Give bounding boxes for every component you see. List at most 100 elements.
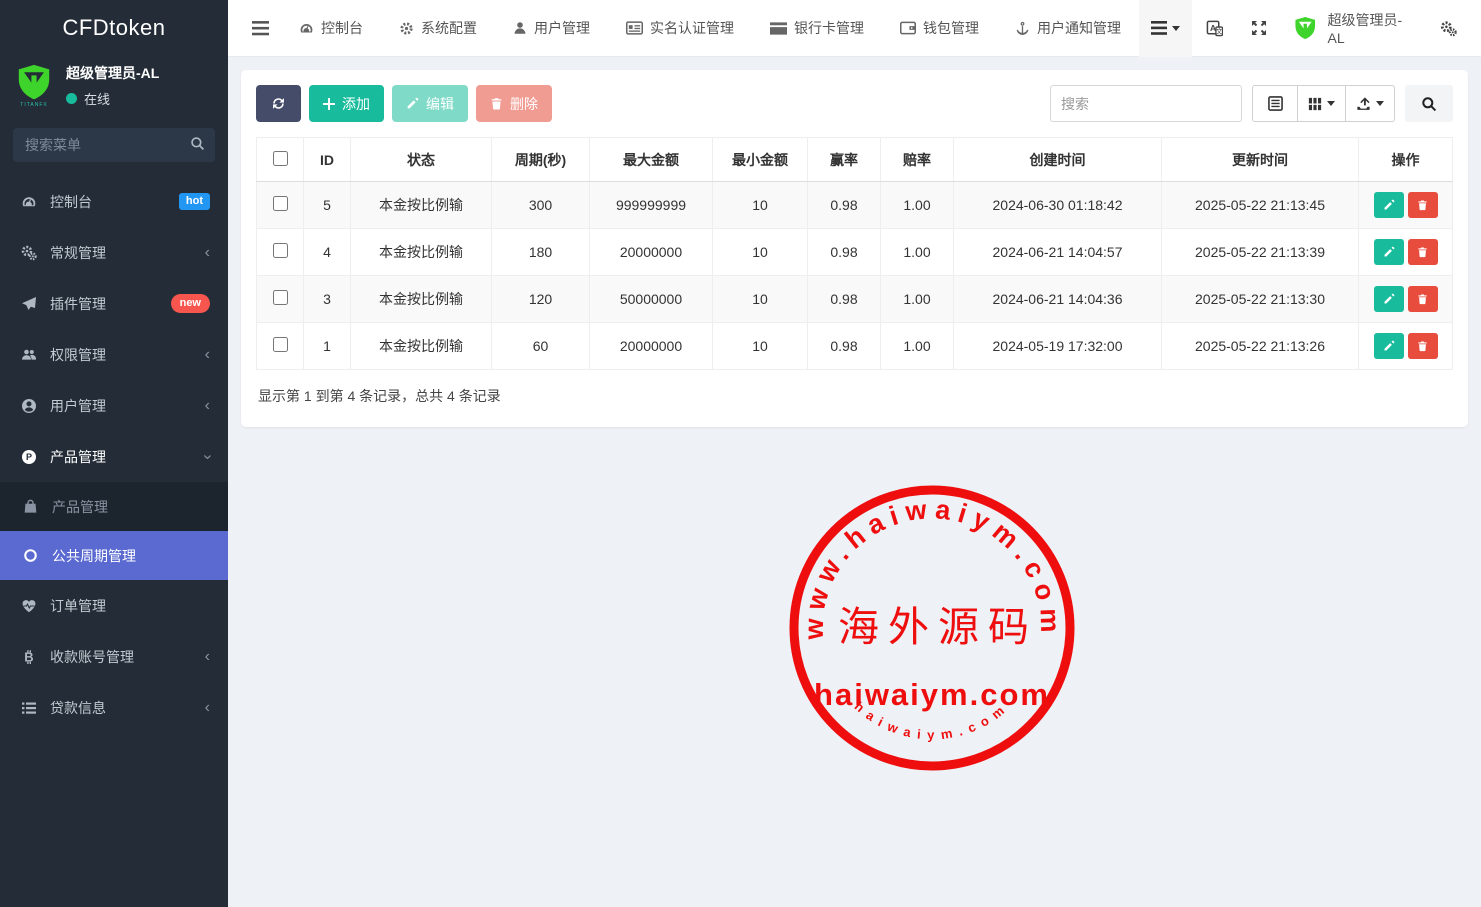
row-checkbox[interactable] xyxy=(273,337,288,352)
nav-item-wallets[interactable]: 钱包管理 xyxy=(882,0,997,57)
table-search-input[interactable] xyxy=(1050,85,1242,122)
brand-logo: TITANFX xyxy=(14,63,54,108)
rocket-icon xyxy=(20,296,37,312)
cell-created: 2024-05-19 17:32:00 xyxy=(954,323,1162,370)
row-delete-button[interactable] xyxy=(1408,286,1438,312)
detail-view-button[interactable] xyxy=(1252,85,1298,122)
cell-win: 0.98 xyxy=(808,323,881,370)
select-all-cell xyxy=(257,138,304,182)
sidebar-item-label: 插件管理 xyxy=(50,294,158,314)
app-title: CFDtoken xyxy=(0,0,228,55)
search-submit-button[interactable] xyxy=(1405,85,1453,122)
trash-icon xyxy=(1417,293,1428,305)
chevron-left-icon: ‹ xyxy=(205,398,210,414)
svg-text:B: B xyxy=(24,649,33,664)
search-icon xyxy=(1421,96,1437,112)
svg-text:P: P xyxy=(25,452,31,462)
top-navbar: 控制台 系统配置 用户管理 实名认证管理 银行卡管理 钱包管理 xyxy=(228,0,1481,57)
sidebar-item-permissions[interactable]: 权限管理 ‹ xyxy=(0,329,228,380)
watermark-bottom-text: haiwaiym.com xyxy=(852,699,1013,743)
nav-item-dashboard[interactable]: 控制台 xyxy=(281,0,381,57)
language-button[interactable]: A文 xyxy=(1192,0,1237,57)
export-button[interactable] xyxy=(1346,85,1395,122)
row-checkbox[interactable] xyxy=(273,243,288,258)
cell-updated: 2025-05-22 21:13:39 xyxy=(1162,229,1359,276)
row-edit-button[interactable] xyxy=(1374,333,1404,359)
toolbar-right xyxy=(1050,85,1453,122)
view-button-group xyxy=(1252,85,1395,122)
table-row[interactable]: 4 本金按比例输 180 20000000 10 0.98 1.00 2024-… xyxy=(257,229,1453,276)
sidebar-item-loan-info[interactable]: 贷款信息 ‹ xyxy=(0,682,228,733)
quick-menu-button[interactable] xyxy=(1139,0,1192,57)
sidebar-item-label: 控制台 xyxy=(50,192,166,212)
row-edit-button[interactable] xyxy=(1374,286,1404,312)
watermark-center-text: 海外源码 xyxy=(838,603,1038,651)
sidebar-search xyxy=(13,128,215,162)
pencil-icon xyxy=(1383,340,1395,352)
row-checkbox[interactable] xyxy=(273,196,288,211)
sidebar-subitem-product-management[interactable]: 产品管理 xyxy=(0,482,228,531)
nav-item-system-config[interactable]: 系统配置 xyxy=(381,0,495,57)
column-header-id: ID xyxy=(304,138,351,182)
row-delete-button[interactable] xyxy=(1408,239,1438,265)
cell-period: 300 xyxy=(492,182,590,229)
delete-button[interactable]: 删除 xyxy=(476,85,552,122)
row-delete-button[interactable] xyxy=(1408,333,1438,359)
sidebar-item-payment-accounts[interactable]: B 收款账号管理 ‹ xyxy=(0,631,228,682)
data-table: ID 状态 周期(秒) 最大金额 最小金额 赢率 赔率 创建时间 更新时间 操作 xyxy=(256,137,1453,370)
columns-button[interactable] xyxy=(1298,85,1346,122)
settings-button[interactable] xyxy=(1426,0,1471,57)
sidebar-item-dashboard[interactable]: 控制台 hot xyxy=(0,176,228,227)
sidebar-menu: 控制台 hot 常规管理 ‹ 插件管理 new 权限管理 ‹ xyxy=(0,176,228,907)
trash-icon xyxy=(1417,199,1428,211)
refresh-icon xyxy=(271,96,286,111)
sidebar-item-products[interactable]: P 产品管理 ‹ xyxy=(0,431,228,482)
products-submenu: 产品管理 公共周期管理 xyxy=(0,482,228,580)
nav-item-user-notifications[interactable]: 用户通知管理 xyxy=(997,0,1139,57)
detail-view-icon xyxy=(1268,96,1283,111)
cell-created: 2024-06-21 14:04:57 xyxy=(954,229,1162,276)
online-label: 在线 xyxy=(84,89,110,108)
table-row[interactable]: 3 本金按比例输 120 50000000 10 0.98 1.00 2024-… xyxy=(257,276,1453,323)
sidebar-search-input[interactable] xyxy=(13,128,215,162)
heartbeat-icon xyxy=(20,598,37,614)
nav-item-user-management[interactable]: 用户管理 xyxy=(495,0,608,57)
bitcoin-icon: B xyxy=(20,649,37,665)
navbar-user[interactable]: 超级管理员-AL xyxy=(1281,10,1426,46)
table-row[interactable]: 5 本金按比例输 300 999999999 10 0.98 1.00 2024… xyxy=(257,182,1453,229)
cell-win: 0.98 xyxy=(808,276,881,323)
top-nav-items: 控制台 系统配置 用户管理 实名认证管理 银行卡管理 钱包管理 xyxy=(281,0,1139,57)
table-row[interactable]: 1 本金按比例输 60 20000000 10 0.98 1.00 2024-0… xyxy=(257,323,1453,370)
chevron-left-icon: ‹ xyxy=(205,700,210,716)
shield-logo-icon xyxy=(15,63,53,101)
cell-actions xyxy=(1359,182,1453,229)
select-all-checkbox[interactable] xyxy=(273,151,288,166)
chevron-left-icon: ‹ xyxy=(205,245,210,261)
fullscreen-button[interactable] xyxy=(1237,0,1281,57)
row-edit-button[interactable] xyxy=(1374,192,1404,218)
cell-status: 本金按比例输 xyxy=(351,229,492,276)
nav-item-bank-cards[interactable]: 银行卡管理 xyxy=(752,0,882,57)
user-circle-icon xyxy=(20,398,37,414)
sidebar: CFDtoken TITANFX 超级管理员-AL 在线 xyxy=(0,0,228,907)
row-edit-button[interactable] xyxy=(1374,239,1404,265)
sidebar-subitem-public-period[interactable]: 公共周期管理 xyxy=(0,531,228,580)
edit-button[interactable]: 编辑 xyxy=(392,85,468,122)
anchor-icon xyxy=(1015,21,1030,36)
row-checkbox[interactable] xyxy=(273,290,288,305)
sidebar-item-plugins[interactable]: 插件管理 new xyxy=(0,278,228,329)
add-button[interactable]: 添加 xyxy=(309,85,384,122)
sidebar-item-general[interactable]: 常规管理 ‹ xyxy=(0,227,228,278)
nav-item-label: 系统配置 xyxy=(421,18,477,38)
sidebar-item-users[interactable]: 用户管理 ‹ xyxy=(0,380,228,431)
nav-item-realname-verification[interactable]: 实名认证管理 xyxy=(608,0,752,57)
cell-actions xyxy=(1359,229,1453,276)
export-icon xyxy=(1356,96,1371,111)
bars-icon xyxy=(252,21,269,36)
sidebar-user-status: 在线 xyxy=(66,89,159,108)
row-delete-button[interactable] xyxy=(1408,192,1438,218)
refresh-button[interactable] xyxy=(256,85,301,122)
sidebar-toggle-button[interactable] xyxy=(240,11,281,46)
svg-text:www.haiwaiym.com: www.haiwaiym.com xyxy=(799,494,1066,641)
sidebar-item-orders[interactable]: 订单管理 xyxy=(0,580,228,631)
